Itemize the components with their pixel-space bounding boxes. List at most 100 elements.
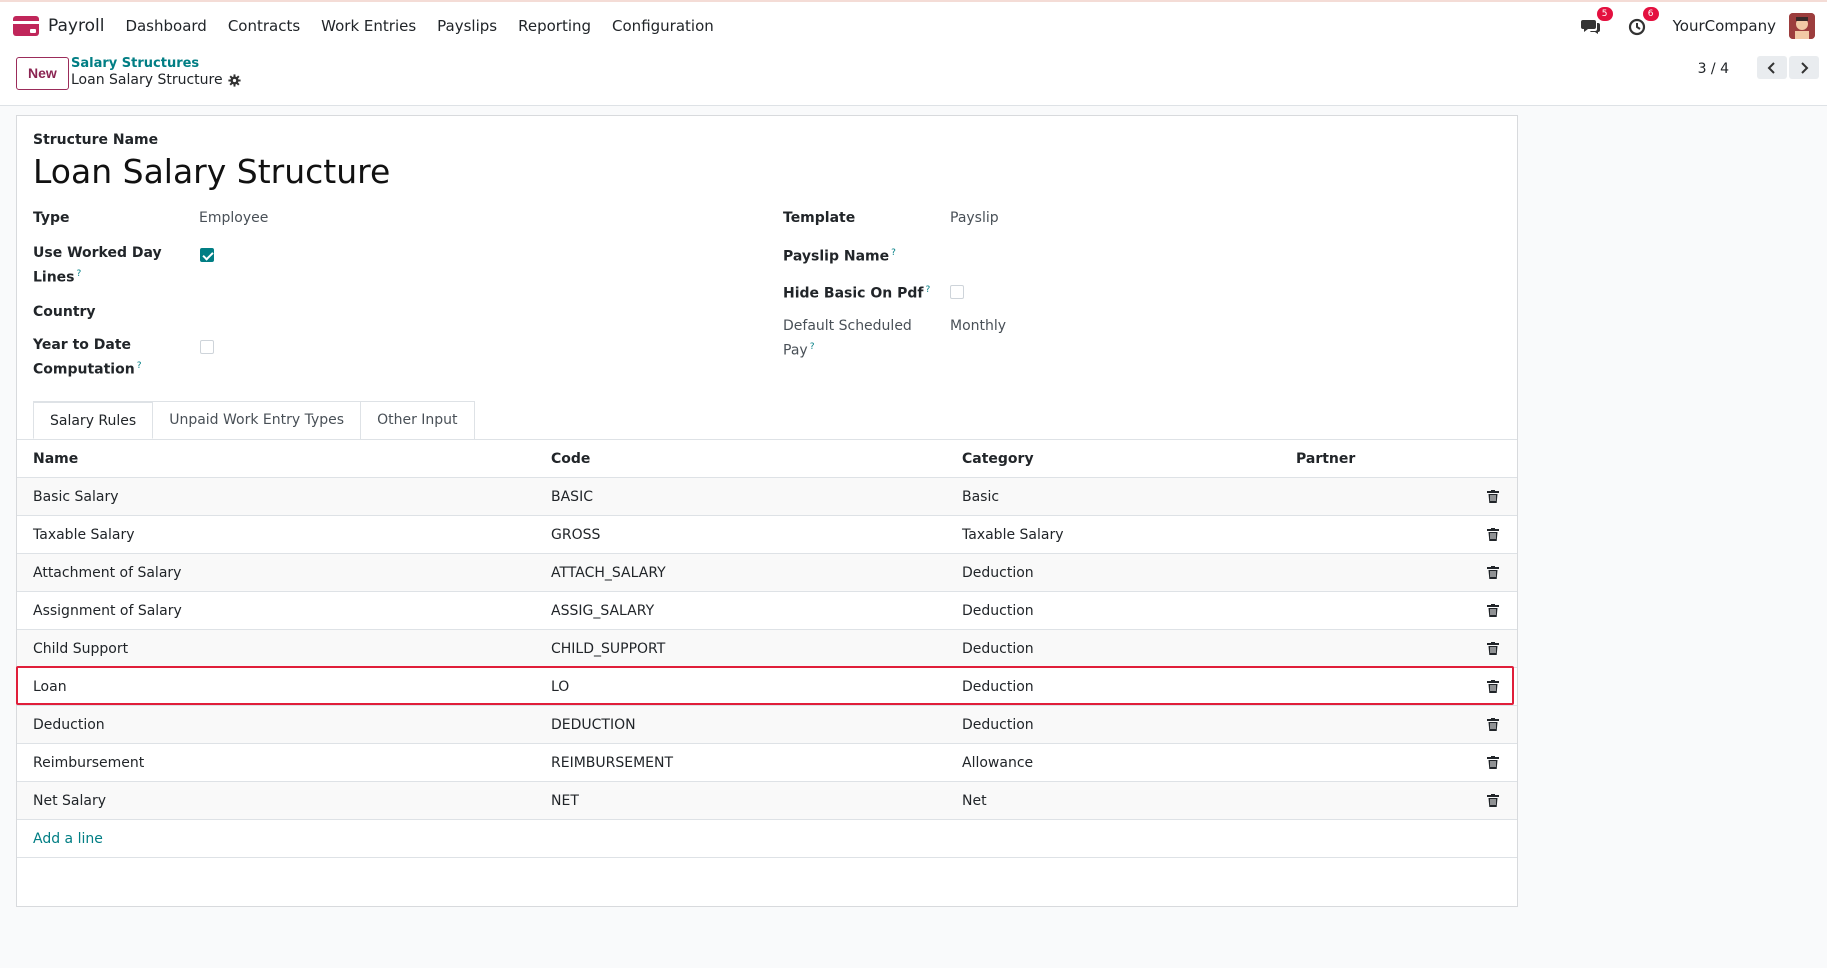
tab-unpaid-work-entry-types[interactable]: Unpaid Work Entry Types	[152, 401, 362, 439]
table-row[interactable]: Net Salary NET Net	[17, 782, 1517, 820]
rule-code: DEDUCTION	[551, 717, 636, 733]
app-name: Payroll	[48, 16, 105, 36]
help-tooltip-icon[interactable]: ?	[925, 285, 930, 295]
avatar-icon	[1789, 13, 1815, 39]
hide-basic-label: Hide Basic On Pdf?	[783, 280, 930, 305]
table-row[interactable]: Taxable Salary GROSS Taxable Salary	[17, 516, 1517, 554]
type-field[interactable]: Employee	[199, 210, 268, 226]
menu-configuration[interactable]: Configuration	[612, 17, 714, 35]
menu-dashboard[interactable]: Dashboard	[125, 17, 206, 35]
hide-basic-checkbox[interactable]	[950, 285, 964, 299]
pager-value[interactable]: 3 / 4	[1698, 61, 1729, 77]
rule-category: Basic	[962, 489, 1000, 505]
column-header-code[interactable]: Code	[551, 440, 590, 478]
rule-category: Deduction	[962, 565, 1034, 581]
rule-name: Net Salary	[33, 793, 107, 809]
tab-other-input[interactable]: Other Input	[360, 401, 475, 439]
trash-icon[interactable]	[1487, 756, 1499, 769]
rule-code: CHILD_SUPPORT	[551, 641, 666, 657]
default-pay-label-line1: Default Scheduled	[783, 318, 912, 334]
use-worked-day-checkbox[interactable]	[200, 248, 214, 262]
menu-reporting[interactable]: Reporting	[518, 17, 591, 35]
use-worked-day-label-line2: Lines	[33, 269, 75, 286]
help-tooltip-icon[interactable]: ?	[891, 248, 896, 258]
trash-icon[interactable]	[1487, 794, 1499, 807]
template-field[interactable]: Payslip	[950, 210, 999, 226]
use-worked-day-label-line1: Use Worked Day	[33, 245, 162, 261]
payroll-app-icon	[13, 16, 39, 36]
table-row[interactable]: Assignment of Salary ASSIG_SALARY Deduct…	[17, 592, 1517, 630]
gear-icon[interactable]	[227, 73, 241, 87]
new-button[interactable]: New	[16, 57, 69, 90]
table-row-loan[interactable]: Loan LO Deduction	[17, 668, 1517, 706]
ytd-checkbox[interactable]	[200, 340, 214, 354]
payslip-name-label: Payslip Name?	[783, 243, 896, 268]
trash-icon[interactable]	[1487, 566, 1499, 579]
default-pay-field[interactable]: Monthly	[950, 318, 1006, 334]
messages-button[interactable]: 5	[1580, 7, 1613, 36]
systray: 5 6 YourCompany	[1580, 2, 1827, 50]
app-brand[interactable]: Payroll	[13, 16, 104, 36]
hide-basic-label-text: Hide Basic On Pdf	[783, 285, 924, 302]
trash-icon[interactable]	[1487, 680, 1499, 693]
country-label: Country	[33, 304, 96, 320]
main-menu: Dashboard Contracts Work Entries Payslip…	[125, 17, 734, 35]
rule-code: GROSS	[551, 527, 601, 543]
menu-payslips[interactable]: Payslips	[437, 17, 497, 35]
rule-name: Assignment of Salary	[33, 603, 182, 619]
help-tooltip-icon[interactable]: ?	[137, 361, 142, 371]
control-panel: New Salary Structures Loan Salary Struct…	[0, 50, 1827, 106]
user-avatar[interactable]	[1789, 13, 1815, 39]
table-row[interactable]: Attachment of Salary ATTACH_SALARY Deduc…	[17, 554, 1517, 592]
rule-code: REIMBURSEMENT	[551, 755, 674, 771]
table-row[interactable]: Deduction DEDUCTION Deduction	[17, 706, 1517, 744]
type-label: Type	[33, 210, 70, 226]
breadcrumb-current-label: Loan Salary Structure	[71, 72, 223, 88]
clock-icon	[1628, 18, 1645, 36]
activities-button[interactable]: 6	[1627, 7, 1659, 36]
add-a-line-link[interactable]: Add a line	[33, 820, 103, 858]
rule-category: Net	[962, 793, 987, 809]
rule-name: Child Support	[33, 641, 129, 657]
payslip-name-label-text: Payslip Name	[783, 248, 890, 265]
table-row[interactable]: Child Support CHILD_SUPPORT Deduction	[17, 630, 1517, 668]
rule-category: Deduction	[962, 717, 1034, 733]
column-header-partner[interactable]: Partner	[1296, 440, 1355, 478]
chevron-left-icon	[1767, 61, 1775, 74]
pager-next-button[interactable]	[1789, 56, 1819, 79]
rule-category: Allowance	[962, 755, 1034, 771]
breadcrumb-salary-structures[interactable]: Salary Structures	[71, 56, 199, 71]
form-sheet: Structure Name Loan Salary Structure Typ…	[16, 115, 1518, 907]
trash-icon[interactable]	[1487, 490, 1499, 503]
messages-badge: 5	[1596, 7, 1613, 21]
trash-icon[interactable]	[1487, 604, 1499, 617]
rule-category: Deduction	[962, 641, 1034, 657]
rule-name: Attachment of Salary	[33, 565, 182, 581]
notebook-tabs: Salary Rules Unpaid Work Entry Types Oth…	[33, 401, 475, 439]
company-switcher[interactable]: YourCompany	[1673, 17, 1776, 35]
default-pay-label-line2: Pay	[783, 342, 808, 359]
column-header-category[interactable]: Category	[962, 440, 1034, 478]
trash-icon[interactable]	[1487, 528, 1499, 541]
menu-contracts[interactable]: Contracts	[228, 17, 300, 35]
tab-salary-rules[interactable]: Salary Rules	[33, 401, 154, 439]
rule-name: Deduction	[33, 717, 105, 733]
default-pay-label: Default Scheduled Pay?	[783, 316, 912, 362]
rule-code: ASSIG_SALARY	[551, 603, 655, 619]
menu-work-entries[interactable]: Work Entries	[321, 17, 416, 35]
trash-icon[interactable]	[1487, 642, 1499, 655]
help-tooltip-icon[interactable]: ?	[77, 269, 82, 279]
help-tooltip-icon[interactable]: ?	[810, 342, 815, 352]
table-row[interactable]: Reimbursement REIMBURSEMENT Allowance	[17, 744, 1517, 782]
column-header-name[interactable]: Name	[33, 440, 78, 478]
table-row[interactable]: Basic Salary BASIC Basic	[17, 478, 1517, 516]
trash-icon[interactable]	[1487, 718, 1499, 731]
table-header: Name Code Category Partner	[17, 440, 1517, 478]
rule-category: Deduction	[962, 679, 1034, 695]
salary-rules-table: Name Code Category Partner Basic Salary …	[17, 440, 1517, 858]
rule-code: ATTACH_SALARY	[551, 565, 666, 581]
rule-category: Deduction	[962, 603, 1034, 619]
pager-previous-button[interactable]	[1757, 56, 1787, 79]
structure-name-field[interactable]: Loan Salary Structure	[33, 152, 390, 191]
ytd-label-line2: Computation	[33, 361, 135, 378]
